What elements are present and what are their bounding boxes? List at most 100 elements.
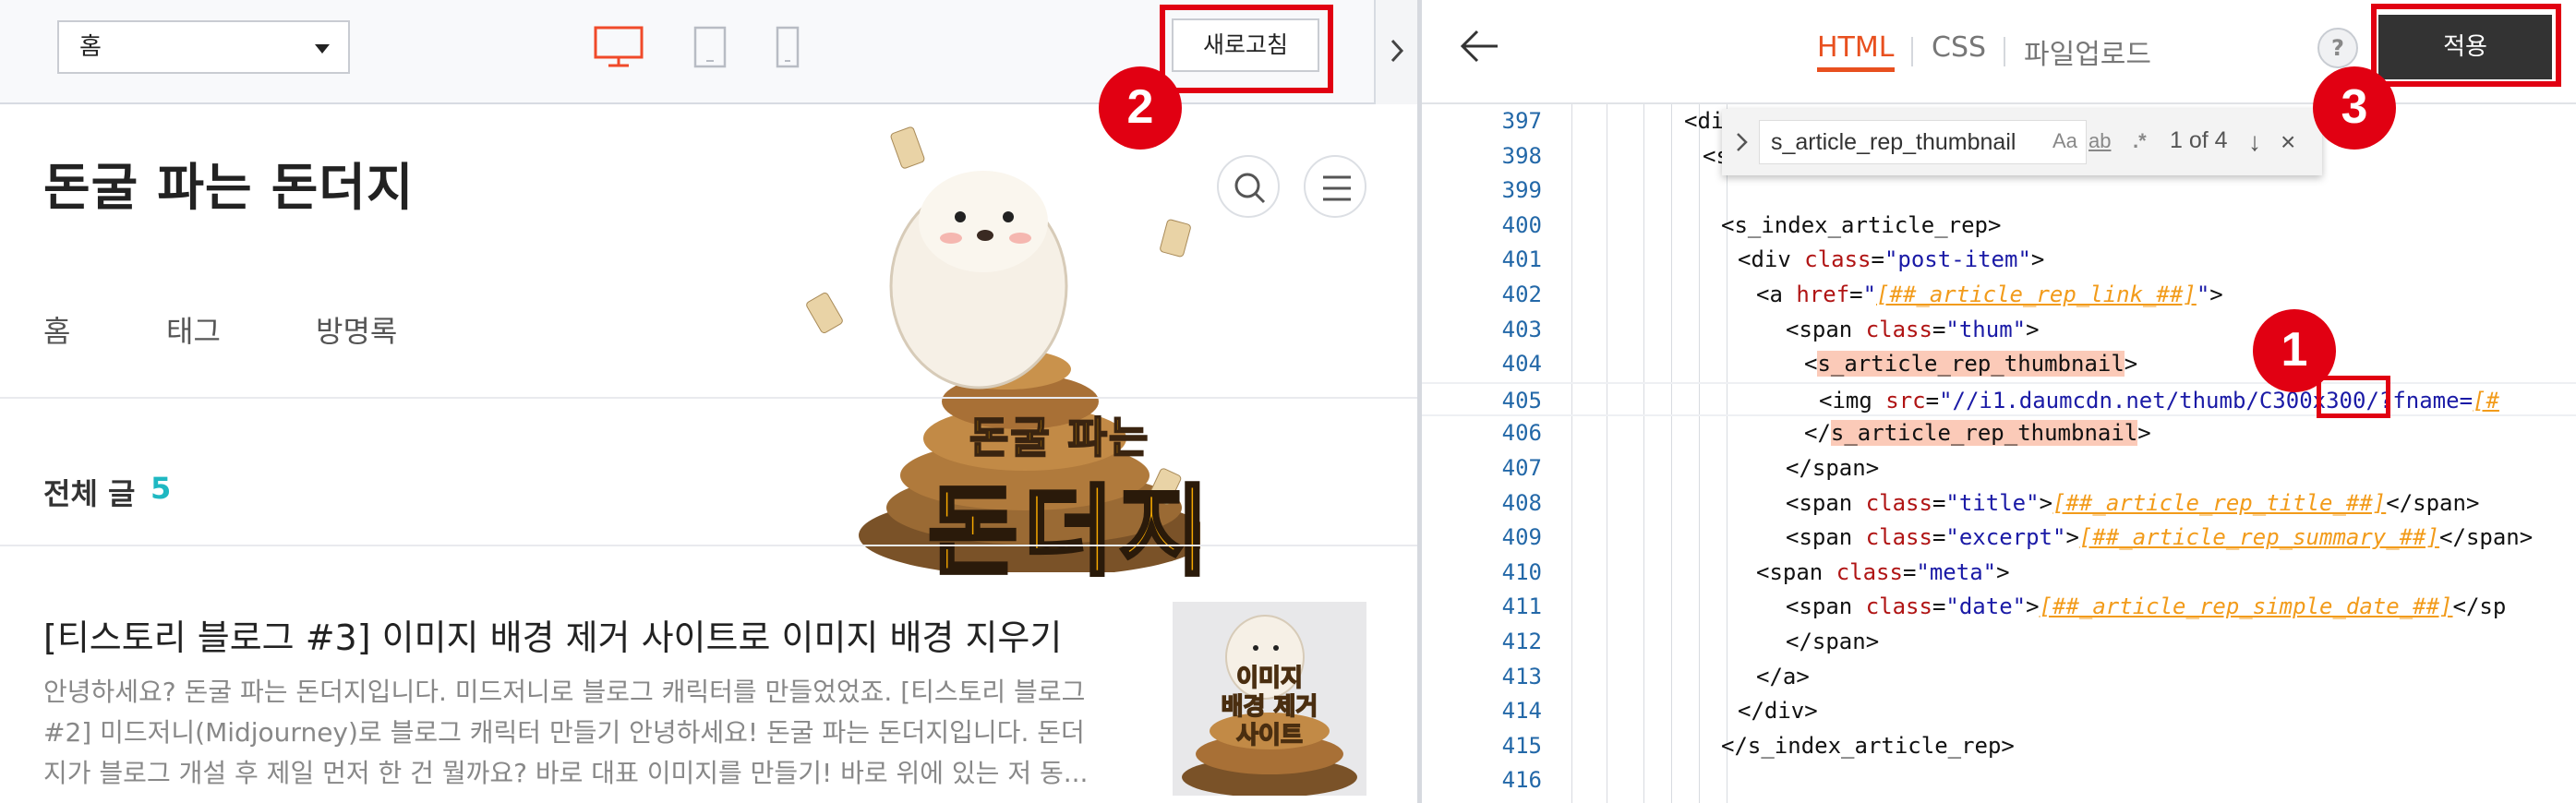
code-line[interactable]: 402 <a href="[##_article_rep_link_##]">	[1422, 278, 2576, 313]
annotation-box-refresh	[1160, 5, 1333, 93]
code-line[interactable]: 407 </span>	[1422, 451, 2576, 486]
code-line[interactable]: 406 </s_article_rep_thumbnail>	[1422, 416, 2576, 451]
annotation-box-thumbnail-size	[2317, 376, 2390, 418]
line-number: 400	[1501, 211, 1542, 238]
help-button[interactable]: ?	[2317, 28, 2358, 68]
preview-pane: 홈 새로고침 2 돈굴 파는 돈더지 돈굴 파는 돈더지 홈 태그 방명록 전체…	[0, 0, 1417, 803]
line-number: 407	[1501, 455, 1542, 481]
divider	[0, 397, 1417, 399]
code-text: <span class="title">[##_article_rep_titl…	[1786, 489, 2480, 516]
nav-guestbook[interactable]: 방명록	[316, 308, 397, 351]
back-arrow-icon[interactable]	[1459, 28, 1501, 68]
code-line[interactable]: 410 <span class="meta">	[1422, 556, 2576, 591]
line-number: 405	[1501, 387, 1542, 413]
line-number: 416	[1501, 767, 1542, 794]
code-line[interactable]: 399	[1422, 174, 2576, 209]
line-number: 398	[1501, 142, 1542, 169]
code-line[interactable]: 408 <span class="title">[##_article_rep_t…	[1422, 486, 2576, 521]
page-select-value: 홈	[79, 33, 102, 61]
line-number: 399	[1501, 177, 1542, 204]
code-text: </s_article_rep_thumbnail>	[1804, 420, 2151, 447]
code-text: <span class="date">[##_article_rep_simpl…	[1786, 593, 2507, 620]
line-number: 411	[1501, 593, 1542, 620]
code-line[interactable]: 411 <span class="date">[##_article_rep_si…	[1422, 590, 2576, 625]
search-button[interactable]	[1217, 155, 1280, 218]
post-excerpt[interactable]: 안녕하세요? 돈굴 파는 돈더지입니다. 미드저니로 블로그 캐릭터를 만들었었…	[43, 672, 1133, 794]
code-text: </span>	[1786, 629, 1880, 654]
hero-title: 돈더지	[926, 473, 1215, 591]
nav-tags[interactable]: 태그	[166, 308, 221, 351]
match-case-toggle[interactable]: Aa	[2052, 129, 2077, 153]
tab-css[interactable]: CSS	[1932, 31, 1986, 64]
post-excerpt-line: 안녕하세요? 돈굴 파는 돈더지입니다. 미드저니로 블로그 캐릭터를 만들었었…	[43, 677, 1086, 707]
search-icon	[1234, 173, 1266, 204]
code-text: <div class="post-item">	[1738, 246, 2045, 273]
code-text: </div>	[1738, 698, 1818, 725]
line-number: 410	[1501, 558, 1542, 585]
nav-home[interactable]: 홈	[43, 308, 70, 351]
code-text: <a href="[##_article_rep_link_##]">	[1756, 282, 2223, 307]
close-icon[interactable]: ×	[2281, 127, 2295, 157]
desktop-icon[interactable]	[594, 26, 644, 72]
match-word-toggle[interactable]: ab	[2088, 129, 2111, 153]
find-widget: s_article_rep_thumbnail Aa ab .* 1 of 4 …	[1722, 109, 2322, 175]
tablet-icon[interactable]	[693, 26, 727, 72]
find-input[interactable]: s_article_rep_thumbnail	[1759, 120, 2087, 164]
line-number: 403	[1501, 316, 1542, 342]
code-text: <span class="thum">	[1786, 316, 2040, 342]
line-number: 401	[1501, 246, 1542, 273]
page-select[interactable]: 홈	[57, 20, 350, 74]
mobile-icon[interactable]	[776, 26, 800, 72]
code-line[interactable]: 409 <span class="excerpt">[##_article_rep…	[1422, 521, 2576, 556]
code-line[interactable]: 404 <s_article_rep_thumbnail>	[1422, 347, 2576, 382]
post-title[interactable]: [티스토리 블로그 #3] 이미지 배경 제거 사이트로 이미지 배경 지우기	[43, 609, 1062, 660]
hamburger-icon	[1323, 175, 1351, 201]
code-line[interactable]: 403 <span class="thum">	[1422, 313, 2576, 348]
line-number: 406	[1501, 420, 1542, 447]
post-excerpt-line: 지가 블로그 개설 후 제일 먼저 한 건 뭘까요? 바로 대표 이미지를 만들…	[43, 758, 1089, 788]
tab-html[interactable]: HTML	[1817, 31, 1894, 64]
total-posts-label: 전체 글	[43, 476, 136, 511]
tab-separator	[2004, 37, 2005, 66]
thumbnail-caption-line: 배경 제거	[1221, 692, 1318, 722]
thumbnail-caption-line: 이미지	[1235, 664, 1303, 693]
line-number: 413	[1501, 663, 1542, 689]
menu-button[interactable]	[1304, 155, 1366, 218]
collapse-preview-button[interactable]	[1374, 0, 1417, 104]
chevron-down-icon	[315, 44, 330, 54]
code-line[interactable]: 412 </span>	[1422, 625, 2576, 660]
code-line[interactable]: 401 <div class="post-item">	[1422, 243, 2576, 278]
thumbnail-caption: 이미지 배경 제거 사이트	[1173, 664, 1366, 750]
active-tab-indicator	[1817, 67, 1895, 72]
code-line[interactable]: 415 </s_index_article_rep>	[1422, 729, 2576, 764]
code-text: <img src="//i1.daumcdn.net/thumb/C300x30…	[1819, 387, 2499, 413]
annotation-box-apply	[2371, 4, 2561, 87]
blog-title[interactable]: 돈굴 파는 돈더지	[43, 146, 415, 220]
tab-separator	[1911, 37, 1913, 66]
code-line[interactable]: 414 </div>	[1422, 694, 2576, 729]
post-thumbnail[interactable]: 이미지 배경 제거 사이트	[1173, 602, 1366, 796]
code-line[interactable]: 400 <s_index_article_rep>	[1422, 209, 2576, 244]
code-text: <span class="meta">	[1756, 558, 2010, 585]
line-number: 414	[1501, 698, 1542, 725]
code-line[interactable]: 416	[1422, 763, 2576, 798]
line-number: 415	[1501, 732, 1542, 759]
divider	[0, 545, 1417, 546]
code-line[interactable]: 413 </a>	[1422, 660, 2576, 695]
line-number: 404	[1501, 351, 1542, 378]
code-text: </s_index_article_rep>	[1721, 732, 2015, 759]
arrow-down-icon[interactable]: ↓	[2248, 127, 2261, 157]
line-number: 408	[1501, 489, 1542, 516]
regex-toggle[interactable]: .*	[2133, 129, 2147, 153]
code-editor[interactable]: 397<div398<s_399400<s_index_article_rep>…	[1422, 104, 2576, 803]
code-text: <span class="excerpt">[##_article_rep_su…	[1786, 524, 2534, 551]
line-number: 409	[1501, 524, 1542, 551]
line-number: 402	[1501, 282, 1542, 307]
tab-file-upload[interactable]: 파일업로드	[2024, 31, 2151, 72]
code-text: </a>	[1756, 663, 1810, 689]
post-excerpt-line: #2] 미드저니(Midjourney)로 블로그 캐릭터 만들기 안녕하세요!…	[43, 717, 1085, 748]
line-number: 397	[1501, 108, 1542, 134]
code-line[interactable]: 405 <img src="//i1.daumcdn.net/thumb/C300…	[1422, 381, 2576, 417]
code-text: </span>	[1786, 455, 1880, 481]
code-text: <s_article_rep_thumbnail>	[1804, 351, 2138, 378]
